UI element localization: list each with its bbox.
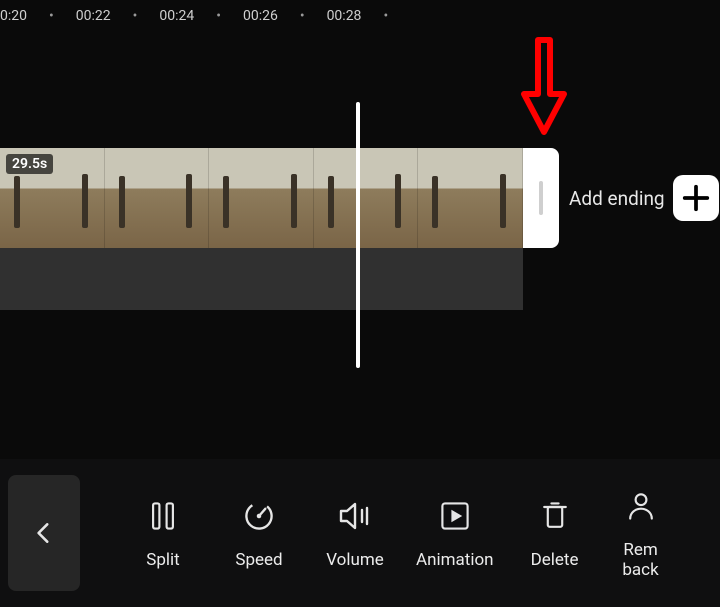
chevron-left-icon: [31, 520, 57, 546]
ruler-dot: •: [216, 8, 221, 24]
animation-icon: [435, 496, 475, 536]
tool-label: Split: [146, 550, 179, 570]
tool-speed[interactable]: Speed: [224, 496, 294, 570]
tool-label: Animation: [416, 550, 494, 570]
tool-remove-background[interactable]: Rem back: [616, 486, 666, 580]
tool-label: Speed: [235, 550, 282, 570]
split-icon: [143, 496, 183, 536]
edit-toolbar: Split Speed Volume Anim: [0, 459, 720, 607]
clip-duration-badge: 29.5s: [6, 154, 53, 174]
remove-background-icon: [621, 486, 661, 526]
secondary-track[interactable]: [0, 248, 523, 310]
plus-icon: [681, 183, 711, 213]
ruler-tick-label: 00:26: [243, 8, 278, 24]
tool-label: Rem back: [622, 540, 658, 580]
clip-trim-handle-grip: [539, 181, 543, 215]
tool-split[interactable]: Split: [128, 496, 198, 570]
video-track[interactable]: 29.5s Add ending: [0, 148, 720, 248]
ruler-tick-label: 00:28: [327, 8, 362, 24]
clip-thumbnail: [105, 148, 210, 248]
ruler-dot: •: [133, 8, 138, 24]
clip-thumbnail: [209, 148, 314, 248]
annotation-arrow-icon: [520, 36, 568, 136]
volume-icon: [335, 496, 375, 536]
tool-animation[interactable]: Animation: [416, 496, 494, 570]
ruler-tick-label: 00:24: [159, 8, 194, 24]
ruler-tick-label: 0:20: [0, 8, 27, 24]
back-button[interactable]: [8, 475, 80, 591]
trash-icon: [535, 496, 575, 536]
add-ending-label[interactable]: Add ending: [569, 187, 665, 210]
clip-thumbnail: [314, 148, 419, 248]
ruler-dot: •: [300, 8, 305, 24]
ruler-tick-label: 00:22: [76, 8, 111, 24]
tool-label: Volume: [326, 550, 384, 570]
tool-label: Delete: [531, 550, 579, 570]
speed-icon: [239, 496, 279, 536]
tool-delete[interactable]: Delete: [520, 496, 590, 570]
clip-thumbnail: [418, 148, 523, 248]
clip-trim-handle[interactable]: [523, 148, 559, 248]
ruler-dot: •: [383, 8, 388, 24]
add-ending-button[interactable]: [673, 175, 719, 221]
video-clip[interactable]: 29.5s: [0, 148, 523, 248]
playhead[interactable]: [356, 102, 360, 368]
time-ruler[interactable]: 0:20 • 00:22 • 00:24 • 00:26 • 00:28 •: [0, 0, 720, 28]
tool-volume[interactable]: Volume: [320, 496, 390, 570]
ruler-dot: •: [49, 8, 54, 24]
